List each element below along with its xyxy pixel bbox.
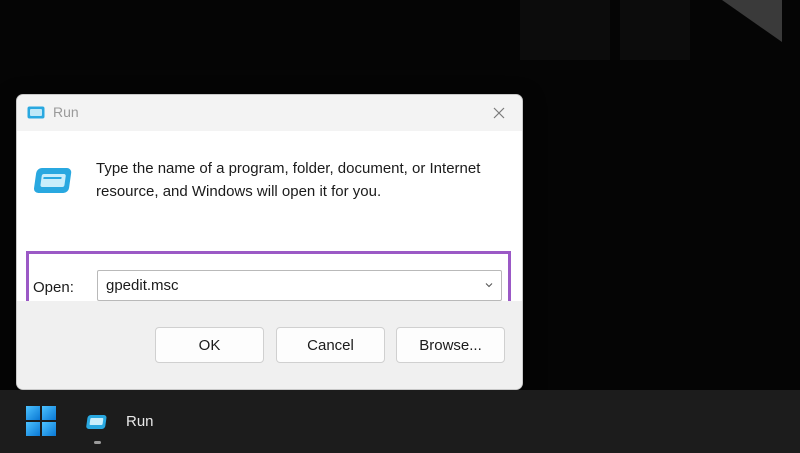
dialog-footer: OK Cancel Browse... (17, 301, 522, 389)
taskbar: Run (0, 390, 800, 453)
open-combobox[interactable]: gpedit.msc (97, 270, 502, 301)
taskbar-run-label: Run (126, 413, 154, 430)
cancel-button[interactable]: Cancel (276, 327, 385, 363)
running-indicator (94, 441, 101, 444)
desktop-wallpaper-pane (620, 0, 690, 60)
ok-button[interactable]: OK (155, 327, 264, 363)
dialog-content: Type the name of a program, folder, docu… (17, 131, 522, 314)
browse-button[interactable]: Browse... (396, 327, 505, 363)
windows-start-icon[interactable] (26, 406, 56, 436)
desktop-wallpaper-pane (520, 0, 610, 60)
title-bar[interactable]: Run (17, 95, 522, 131)
taskbar-run-app[interactable]: Run (80, 400, 170, 444)
open-input[interactable]: gpedit.msc (106, 277, 179, 294)
run-icon (27, 106, 45, 119)
run-dialog: Run Type the name of a program, folder, … (16, 94, 523, 390)
chevron-down-icon[interactable] (484, 280, 494, 290)
run-icon (34, 168, 72, 193)
dialog-title: Run (53, 104, 79, 120)
close-icon (493, 107, 505, 119)
close-button[interactable] (476, 95, 522, 131)
open-label: Open: (33, 279, 74, 296)
dialog-description: Type the name of a program, folder, docu… (96, 160, 481, 200)
run-icon (86, 415, 107, 429)
desktop-wallpaper-shape (722, 0, 782, 42)
